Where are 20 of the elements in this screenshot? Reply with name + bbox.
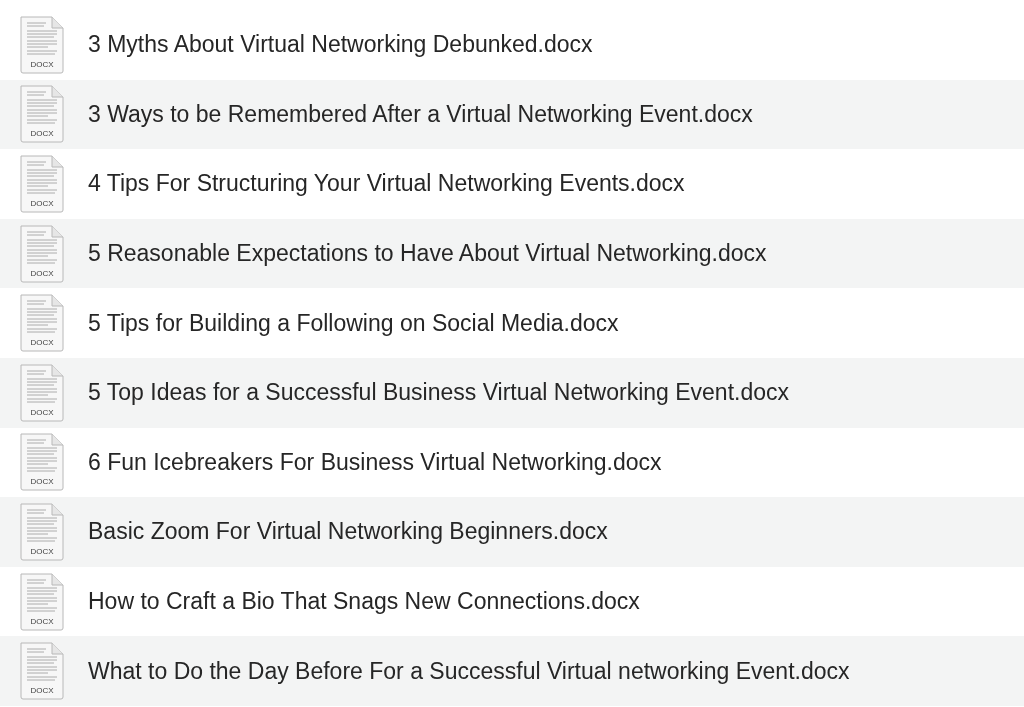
file-name[interactable]: Basic Zoom For Virtual Networking Beginners.docx	[88, 518, 608, 546]
file-name[interactable]: 5 Reasonable Expectations to Have About Virtual Networking.docx	[88, 240, 767, 268]
document-icon: DOCX	[18, 571, 66, 632]
file-name[interactable]: 3 Myths About Virtual Networking Debunked.docx	[88, 31, 593, 59]
document-icon: DOCX	[18, 501, 66, 562]
document-icon: DOCX	[18, 84, 66, 145]
file-name[interactable]: 4 Tips For Structuring Your Virtual Networking Events.docx	[88, 170, 685, 198]
document-icon: DOCX	[18, 362, 66, 423]
file-name[interactable]: What to Do the Day Before For a Successful Virtual networking Event.docx	[88, 657, 850, 685]
document-icon: DOCX	[18, 641, 66, 702]
document-icon: DOCX	[18, 432, 66, 493]
file-name[interactable]: 6 Fun Icebreakers For Business Virtual Networking.docx	[88, 448, 662, 476]
document-icon: DOCX	[18, 293, 66, 354]
document-icon: DOCX	[18, 223, 66, 284]
file-name[interactable]: 5 Top Ideas for a Successful Business Virtual Networking Event.docx	[88, 379, 790, 407]
file-name[interactable]: How to Craft a Bio That Snags New Connections.docx	[88, 588, 640, 616]
document-icon: DOCX	[18, 14, 66, 75]
document-icon: DOCX	[18, 154, 66, 214]
file-name[interactable]: 5 Tips for Building a Following on Social Media.docx	[88, 309, 619, 337]
file-name[interactable]: 3 Ways to be Remembered After a Virtual Networking Event.docx	[88, 100, 753, 128]
